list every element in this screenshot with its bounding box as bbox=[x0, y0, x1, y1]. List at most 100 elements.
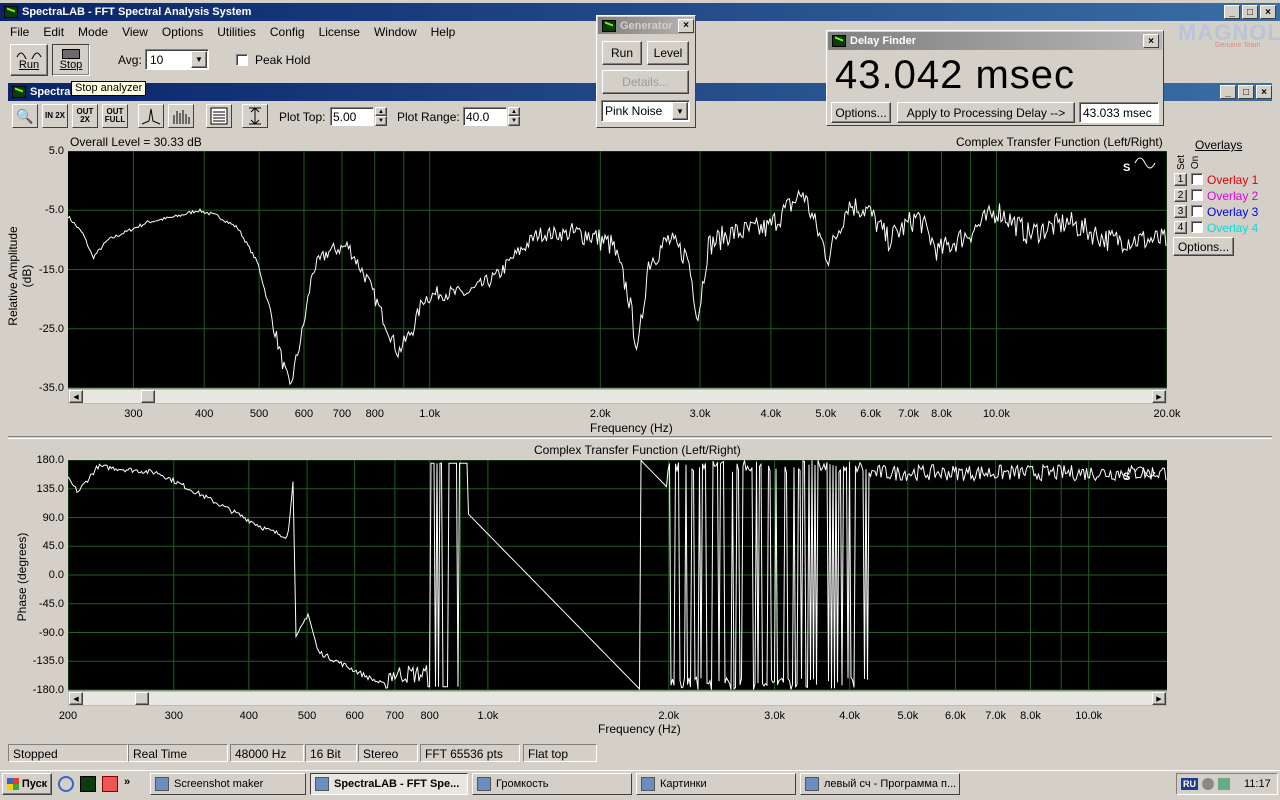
taskbar-task-4[interactable]: левый сч - Программа п... bbox=[800, 773, 960, 795]
peak-hold-checkbox[interactable] bbox=[236, 54, 248, 66]
amp-y-tick-label: -15.0 bbox=[38, 263, 64, 276]
minimize-icon[interactable]: _ bbox=[1224, 5, 1240, 19]
avg-select[interactable]: 10 ▼ bbox=[145, 49, 209, 70]
generator-close-icon[interactable]: × bbox=[678, 18, 694, 33]
plot-range-spinner[interactable]: ▲ ▼ bbox=[508, 107, 520, 126]
overlay-3-on-checkbox[interactable] bbox=[1191, 205, 1203, 217]
amp-scroll-right-icon[interactable]: ▶ bbox=[1152, 390, 1166, 403]
stop-button[interactable]: Stop bbox=[52, 44, 90, 76]
status-6: Flat top bbox=[523, 744, 597, 762]
zoom-out-full-button[interactable]: OUT FULL bbox=[102, 104, 128, 128]
overlay-2-on-checkbox[interactable] bbox=[1191, 189, 1203, 201]
system-tray: RU 11:17 bbox=[1176, 773, 1278, 795]
phase-x-tick-label: 800 bbox=[420, 710, 439, 722]
noise-type-select[interactable]: Pink Noise ▼ bbox=[601, 100, 690, 122]
magnify-icon[interactable]: 🔍 bbox=[12, 104, 38, 128]
network-icon[interactable] bbox=[1218, 778, 1230, 790]
noise-chevron-down-icon[interactable]: ▼ bbox=[672, 102, 688, 120]
watermark-sub: Genuine Team bbox=[1215, 42, 1261, 49]
generator-icon bbox=[602, 19, 616, 32]
taskbar-task-0[interactable]: Screenshot maker bbox=[150, 773, 306, 795]
chevron-right-icon[interactable]: » bbox=[124, 776, 130, 792]
menu-item-edit[interactable]: Edit bbox=[43, 25, 64, 41]
start-label: Пуск bbox=[21, 778, 48, 790]
amplitude-plot[interactable]: S bbox=[68, 151, 1167, 389]
start-button[interactable]: Пуск bbox=[2, 773, 52, 795]
table-view-icon[interactable] bbox=[206, 104, 232, 128]
taskbar-task-3[interactable]: Картинки bbox=[636, 773, 796, 795]
phase-plot[interactable]: S bbox=[68, 460, 1167, 691]
amplitude-scrollbar[interactable]: ◀ ▶ bbox=[68, 389, 1167, 404]
phase-y-tick-label: 180.0 bbox=[36, 454, 64, 466]
phase-x-tick-label: 200 bbox=[58, 710, 78, 722]
delay-options-button[interactable]: Options... bbox=[831, 102, 891, 123]
overlay-1-set-button[interactable]: 1 bbox=[1174, 173, 1187, 186]
phase-x-tick-label: 400 bbox=[239, 710, 259, 722]
phase-scrollbar[interactable]: ◀ ▶ bbox=[68, 691, 1167, 706]
menu-item-config[interactable]: Config bbox=[270, 25, 305, 41]
menu-item-license[interactable]: License bbox=[319, 25, 360, 41]
ie-icon[interactable] bbox=[58, 776, 74, 792]
menu-item-mode[interactable]: Mode bbox=[78, 25, 108, 41]
inner-minimize-icon[interactable]: _ bbox=[1220, 85, 1236, 99]
volume-icon[interactable] bbox=[1202, 778, 1214, 790]
inner-maximize-icon[interactable]: □ bbox=[1238, 85, 1254, 99]
overlay-2-label: Overlay 2 bbox=[1207, 189, 1259, 203]
spectralab-quick-icon[interactable] bbox=[80, 776, 96, 792]
overlay-2-set-button[interactable]: 2 bbox=[1174, 189, 1187, 202]
overlay-4-on-checkbox[interactable] bbox=[1191, 221, 1203, 233]
set-label: Set bbox=[1176, 154, 1188, 171]
plot-range-input[interactable]: 40.0 bbox=[463, 107, 507, 126]
vertical-range-icon[interactable] bbox=[242, 104, 268, 128]
menu-item-file[interactable]: File bbox=[10, 25, 29, 41]
quick-launch: » bbox=[58, 776, 130, 792]
menu-item-utilities[interactable]: Utilities bbox=[217, 25, 256, 41]
phase-y-tick-label: -180.0 bbox=[32, 684, 64, 696]
menu-item-options[interactable]: Options bbox=[162, 25, 203, 41]
amp-x-tick-label: 20.0k bbox=[1153, 408, 1181, 420]
maximize-icon[interactable]: □ bbox=[1242, 5, 1258, 19]
run-button[interactable]: Run bbox=[10, 44, 48, 76]
menu-item-view[interactable]: View bbox=[122, 25, 148, 41]
menu-item-help[interactable]: Help bbox=[431, 25, 456, 41]
task-app-icon bbox=[805, 777, 819, 791]
bar-graph-icon[interactable] bbox=[168, 104, 194, 128]
amplitude-plot-title: Complex Transfer Function (Left/Right) bbox=[956, 135, 1163, 149]
apply-delay-button[interactable]: Apply to Processing Delay --> bbox=[897, 102, 1075, 123]
ph-scroll-right-icon[interactable]: ▶ bbox=[1152, 692, 1166, 705]
ph-scroll-thumb[interactable] bbox=[135, 692, 149, 705]
inner-app-icon[interactable] bbox=[12, 86, 26, 98]
amp-plot-split[interactable] bbox=[8, 436, 1272, 439]
overlay-3-set-button[interactable]: 3 bbox=[1174, 205, 1187, 218]
plot-top-spinner[interactable]: ▲ ▼ bbox=[375, 107, 387, 126]
phase-x-tick-label: 600 bbox=[345, 710, 364, 722]
phase-x-tick-label: 3.0k bbox=[764, 710, 785, 722]
peak-line-icon[interactable] bbox=[138, 104, 164, 128]
delay-finder-close-icon[interactable]: × bbox=[1143, 34, 1159, 48]
zoom-in-2x-button[interactable]: IN 2X bbox=[42, 104, 68, 128]
plot-top-input[interactable]: 5.00 bbox=[330, 107, 374, 126]
chevron-down-icon[interactable]: ▼ bbox=[191, 51, 207, 68]
amp-scroll-left-icon[interactable]: ◀ bbox=[69, 390, 83, 403]
overlays-options-button[interactable]: Options... bbox=[1173, 237, 1234, 256]
spectralab-app-icon[interactable] bbox=[4, 6, 18, 18]
amp-scroll-thumb[interactable] bbox=[141, 390, 155, 403]
close-icon[interactable]: × bbox=[1260, 5, 1276, 19]
status-3: 16 Bit bbox=[305, 744, 357, 762]
language-indicator[interactable]: RU bbox=[1181, 778, 1198, 790]
menu-item-window[interactable]: Window bbox=[374, 25, 417, 41]
overlay-4-set-button[interactable]: 4 bbox=[1174, 221, 1187, 234]
zoom-out-2x-button[interactable]: OUT 2X bbox=[72, 104, 98, 128]
processing-delay-field[interactable]: 43.033 msec bbox=[1079, 102, 1159, 123]
phase-x-tick-label: 2.0k bbox=[658, 710, 680, 722]
ph-scroll-left-icon[interactable]: ◀ bbox=[69, 692, 83, 705]
inner-close-icon[interactable]: × bbox=[1256, 85, 1272, 99]
overlays-header[interactable]: Overlays bbox=[1195, 138, 1242, 152]
media-icon[interactable] bbox=[102, 776, 118, 792]
taskbar-task-2[interactable]: Громкость bbox=[472, 773, 632, 795]
generator-details-button: Details... bbox=[602, 70, 689, 94]
taskbar-task-1[interactable]: SpectraLAB - FFT Spe... bbox=[310, 773, 468, 795]
generator-run-button[interactable]: Run bbox=[602, 41, 642, 65]
generator-level-button[interactable]: Level bbox=[647, 41, 689, 65]
overlay-1-on-checkbox[interactable] bbox=[1191, 173, 1203, 185]
